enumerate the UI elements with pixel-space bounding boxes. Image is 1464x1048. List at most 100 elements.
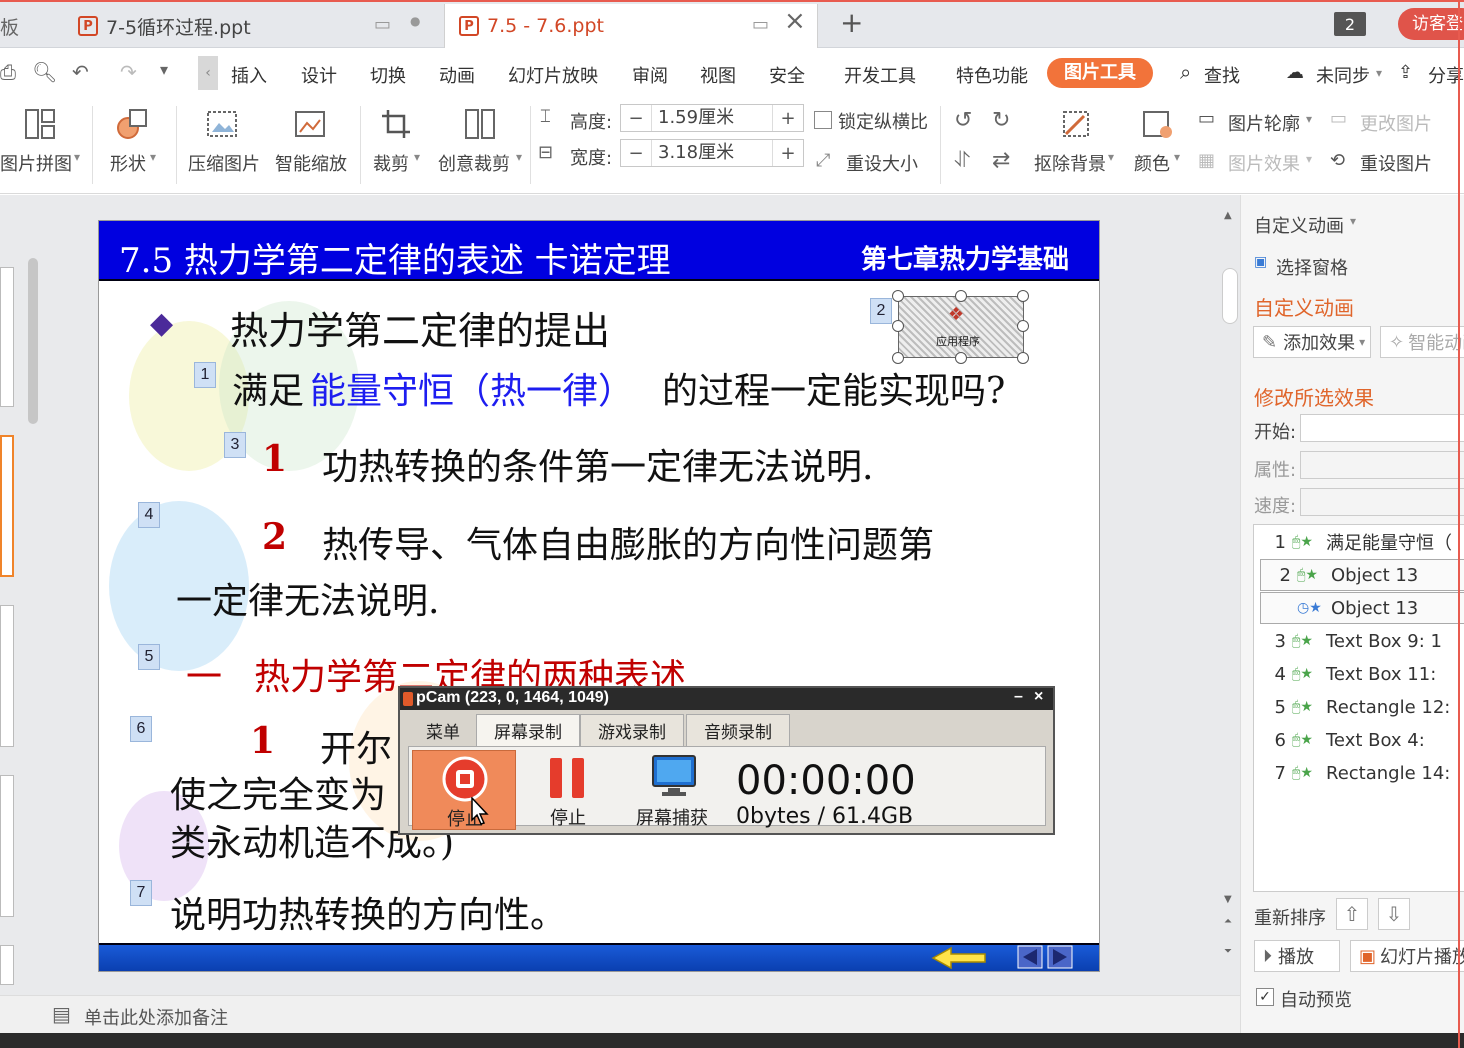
ocam-tab-menu[interactable]: 菜单 [408,714,478,746]
change-picture-button[interactable]: 更改图片 [1360,110,1432,136]
rotate-left-icon[interactable]: ↺ [954,108,972,133]
menu-picture-tools[interactable]: 图片工具 [1047,58,1153,88]
ocam-screen-capture-button[interactable]: 屏幕捕获 [626,750,722,830]
animation-order-tag[interactable]: 6 [130,716,152,742]
color-button[interactable]: 颜色 [1134,150,1170,176]
slide-line-2-highlight[interactable]: 能量守恒（热一律） [310,362,634,414]
slide-line-7-number[interactable]: 1 [250,720,275,762]
customize-icon[interactable]: ▾ [160,60,168,79]
width-decrease-button[interactable]: − [621,143,651,164]
menu-transition[interactable]: 切换 [370,62,406,88]
print-icon[interactable]: ⎙ [0,60,16,84]
undo-icon[interactable]: ↶ [72,60,89,84]
redo-icon[interactable]: ↷ [120,60,137,84]
slide-chapter-label[interactable]: 第七章热力学基础 [861,239,1069,276]
menu-view[interactable]: 视图 [700,62,736,88]
menu-features[interactable]: 特色功能 [956,62,1028,88]
guest-login-button[interactable]: 访客登 [1398,8,1464,40]
animation-order-tag[interactable]: 1 [194,362,216,388]
animation-order-tag[interactable]: 4 [138,502,160,528]
notes-bar[interactable]: ▤ 单击此处添加备注 [0,995,1240,1033]
compress-picture-button[interactable]: 压缩图片 [188,150,260,176]
slide-line-8[interactable]: 使之完全变为 [170,766,386,818]
share-icon[interactable]: ⇪ [1398,62,1413,83]
slide-line-4-number[interactable]: 2 [262,516,287,558]
picture-collage-button[interactable]: 图片拼图 [0,150,72,176]
next-slide-icon[interactable]: ⏷ [1224,946,1232,957]
resize-handle[interactable] [892,290,904,302]
slide-title[interactable]: 7.5 热力学第二定律的表述 卡诺定理 [119,233,671,282]
slide-thumbnail[interactable] [0,945,14,985]
resize-handle[interactable] [1017,352,1029,364]
ocam-tab-audio-record[interactable]: 音频录制 [686,714,790,746]
animation-list-item[interactable]: 2 🖱︎★ Object 13 [1260,559,1464,591]
smart-zoom-button[interactable]: 智能缩放 [275,150,347,176]
prev-slide-icon[interactable]: ⏶ [1224,916,1232,927]
slideshow-button[interactable]: ▣ 幻灯片播放 [1350,940,1464,972]
picture-collage-icon[interactable] [24,108,56,140]
animation-order-tag[interactable]: 5 [138,644,160,670]
ocam-titlebar[interactable]: pCam (223, 0, 1464, 1049) – × [400,688,1053,710]
animation-order-tag[interactable]: 3 [224,432,246,458]
color-icon[interactable] [1142,108,1174,140]
ocam-stop-button[interactable]: 停止 [532,750,604,830]
animation-list-item[interactable]: 3 🖱︎★ Text Box 9: 1 [1256,625,1464,657]
resize-handle[interactable] [955,352,967,364]
resize-handle[interactable] [1017,320,1029,332]
creative-crop-icon[interactable] [464,108,496,140]
reset-picture-button[interactable]: 重设图片 [1360,150,1432,176]
menu-scroll-left-button[interactable]: ‹ [198,56,218,90]
compress-picture-icon[interactable] [206,108,238,140]
slide-line-5[interactable]: 一定律无法说明. [176,572,439,624]
search-icon[interactable]: ⌕ [1180,60,1191,84]
scroll-down-icon[interactable]: ▼ [1224,894,1232,905]
height-increase-button[interactable]: + [773,108,803,129]
animation-list-item[interactable]: 6 🖱︎★ Text Box 4: [1256,724,1464,756]
dot-icon[interactable]: ● [410,14,420,28]
menu-animation[interactable]: 动画 [439,62,475,88]
menu-security[interactable]: 安全 [769,62,805,88]
window-count-badge[interactable]: 2 [1334,12,1366,36]
property-select[interactable] [1300,451,1464,479]
animation-list-item[interactable]: 1 🖱︎★ 满足能量守恒（ [1256,526,1464,558]
ocam-tab-game-record[interactable]: 游戏录制 [580,714,684,746]
height-decrease-button[interactable]: − [621,108,651,129]
slide-line-6-number[interactable]: 一 [186,648,222,700]
animation-list-item[interactable]: ◷★ Object 13 [1260,592,1464,624]
new-tab-button[interactable]: + [840,6,863,39]
ocam-stop-record-button[interactable]: 停止 [412,750,516,830]
prev-nav-icon[interactable] [1017,945,1043,969]
monitor-icon[interactable]: ▭ [374,14,391,35]
smart-animation-button[interactable]: ✧ 智能动画 [1380,326,1464,358]
resize-handle[interactable] [1017,290,1029,302]
print-preview-icon[interactable]: 🔍︎ [32,60,57,84]
ocam-close-button[interactable]: × [1034,688,1043,706]
slide-line-1[interactable]: 热力学第二定律的提出 [230,300,610,355]
scroll-up-icon[interactable]: ▲ [1224,210,1232,221]
width-input[interactable]: 3.18厘米 [651,140,773,166]
shape-button[interactable]: 形状 [110,150,146,176]
animation-list-item[interactable]: 5 🖱︎★ Rectangle 12: [1256,691,1464,723]
menu-slideshow[interactable]: 幻灯片放映 [508,62,598,88]
menu-search[interactable]: 查找 [1204,62,1240,88]
menu-sync[interactable]: 未同步 [1316,62,1370,88]
slide-line-3[interactable]: 功热转换的条件第一定律无法说明. [322,438,873,490]
flip-vertical-icon[interactable]: ⥯ [954,148,970,173]
smart-zoom-icon[interactable] [294,108,326,140]
animation-list-item[interactable]: 7 🖱︎★ Rectangle 14: [1256,757,1464,789]
resize-handle[interactable] [892,352,904,364]
width-increase-button[interactable]: + [773,143,803,164]
reset-size-button[interactable]: 重设大小 [846,150,918,176]
picture-outline-button[interactable]: 图片轮廓 [1228,110,1300,136]
start-select[interactable] [1300,414,1464,442]
speed-select[interactable] [1300,488,1464,516]
lock-ratio-checkbox[interactable] [814,111,832,129]
auto-preview-checkbox[interactable]: ✓ [1256,988,1274,1006]
shape-icon[interactable] [116,108,148,140]
ocam-minimize-button[interactable]: – [1014,688,1023,706]
slide-thumbnail[interactable] [0,267,14,407]
move-down-button[interactable]: ⇩ [1378,898,1410,930]
ocam-recorder-window[interactable]: pCam (223, 0, 1464, 1049) – × 菜单 屏幕录制 游戏… [398,686,1055,835]
height-input[interactable]: 1.59厘米 [651,105,773,131]
animation-order-tag[interactable]: 2 [870,298,892,324]
